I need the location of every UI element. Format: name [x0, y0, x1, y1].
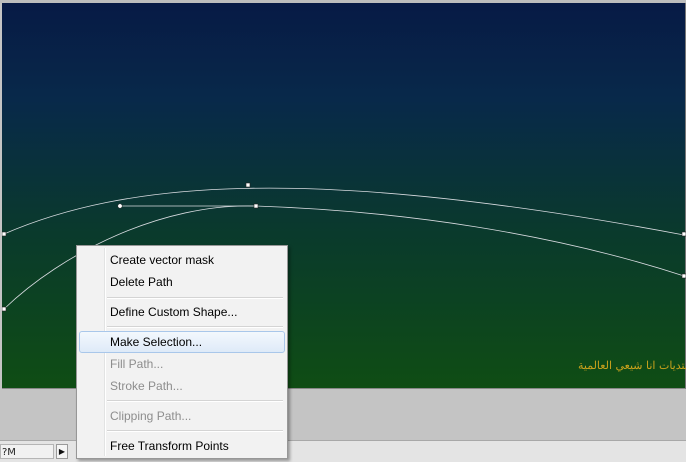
anchor-point[interactable] [681, 231, 686, 237]
direction-handle-point[interactable] [117, 203, 123, 209]
menu-separator [107, 326, 283, 328]
play-triangle-icon[interactable]: ▶ [56, 444, 68, 459]
watermark-text: منتديات انا شيعي العالمية [578, 359, 686, 372]
anchor-point[interactable] [2, 231, 7, 237]
menu-item-define-custom-shape[interactable]: Define Custom Shape... [79, 301, 285, 323]
menu-separator [107, 297, 283, 299]
outer-path-curve[interactable] [3, 187, 685, 236]
menu-item-create-vector-mask[interactable]: Create vector mask [79, 249, 285, 271]
menu-separator [107, 400, 283, 402]
menu-item-delete-path[interactable]: Delete Path [79, 271, 285, 293]
anchor-point[interactable] [2, 306, 7, 312]
menu-item-fill-path[interactable]: Fill Path... [79, 353, 285, 375]
anchor-point[interactable] [681, 273, 686, 279]
anchor-point[interactable] [253, 203, 259, 209]
menu-item-make-selection[interactable]: Make Selection... [79, 331, 285, 353]
menu-item-free-transform-points[interactable]: Free Transform Points [79, 435, 285, 457]
zoom-readout[interactable]: ?M [0, 444, 54, 459]
menu-separator [107, 430, 283, 432]
path-context-menu: Create vector mask Delete Path Define Cu… [76, 245, 288, 459]
anchor-point[interactable] [245, 182, 251, 188]
menu-item-stroke-path[interactable]: Stroke Path... [79, 375, 285, 397]
menu-item-clipping-path[interactable]: Clipping Path... [79, 405, 285, 427]
